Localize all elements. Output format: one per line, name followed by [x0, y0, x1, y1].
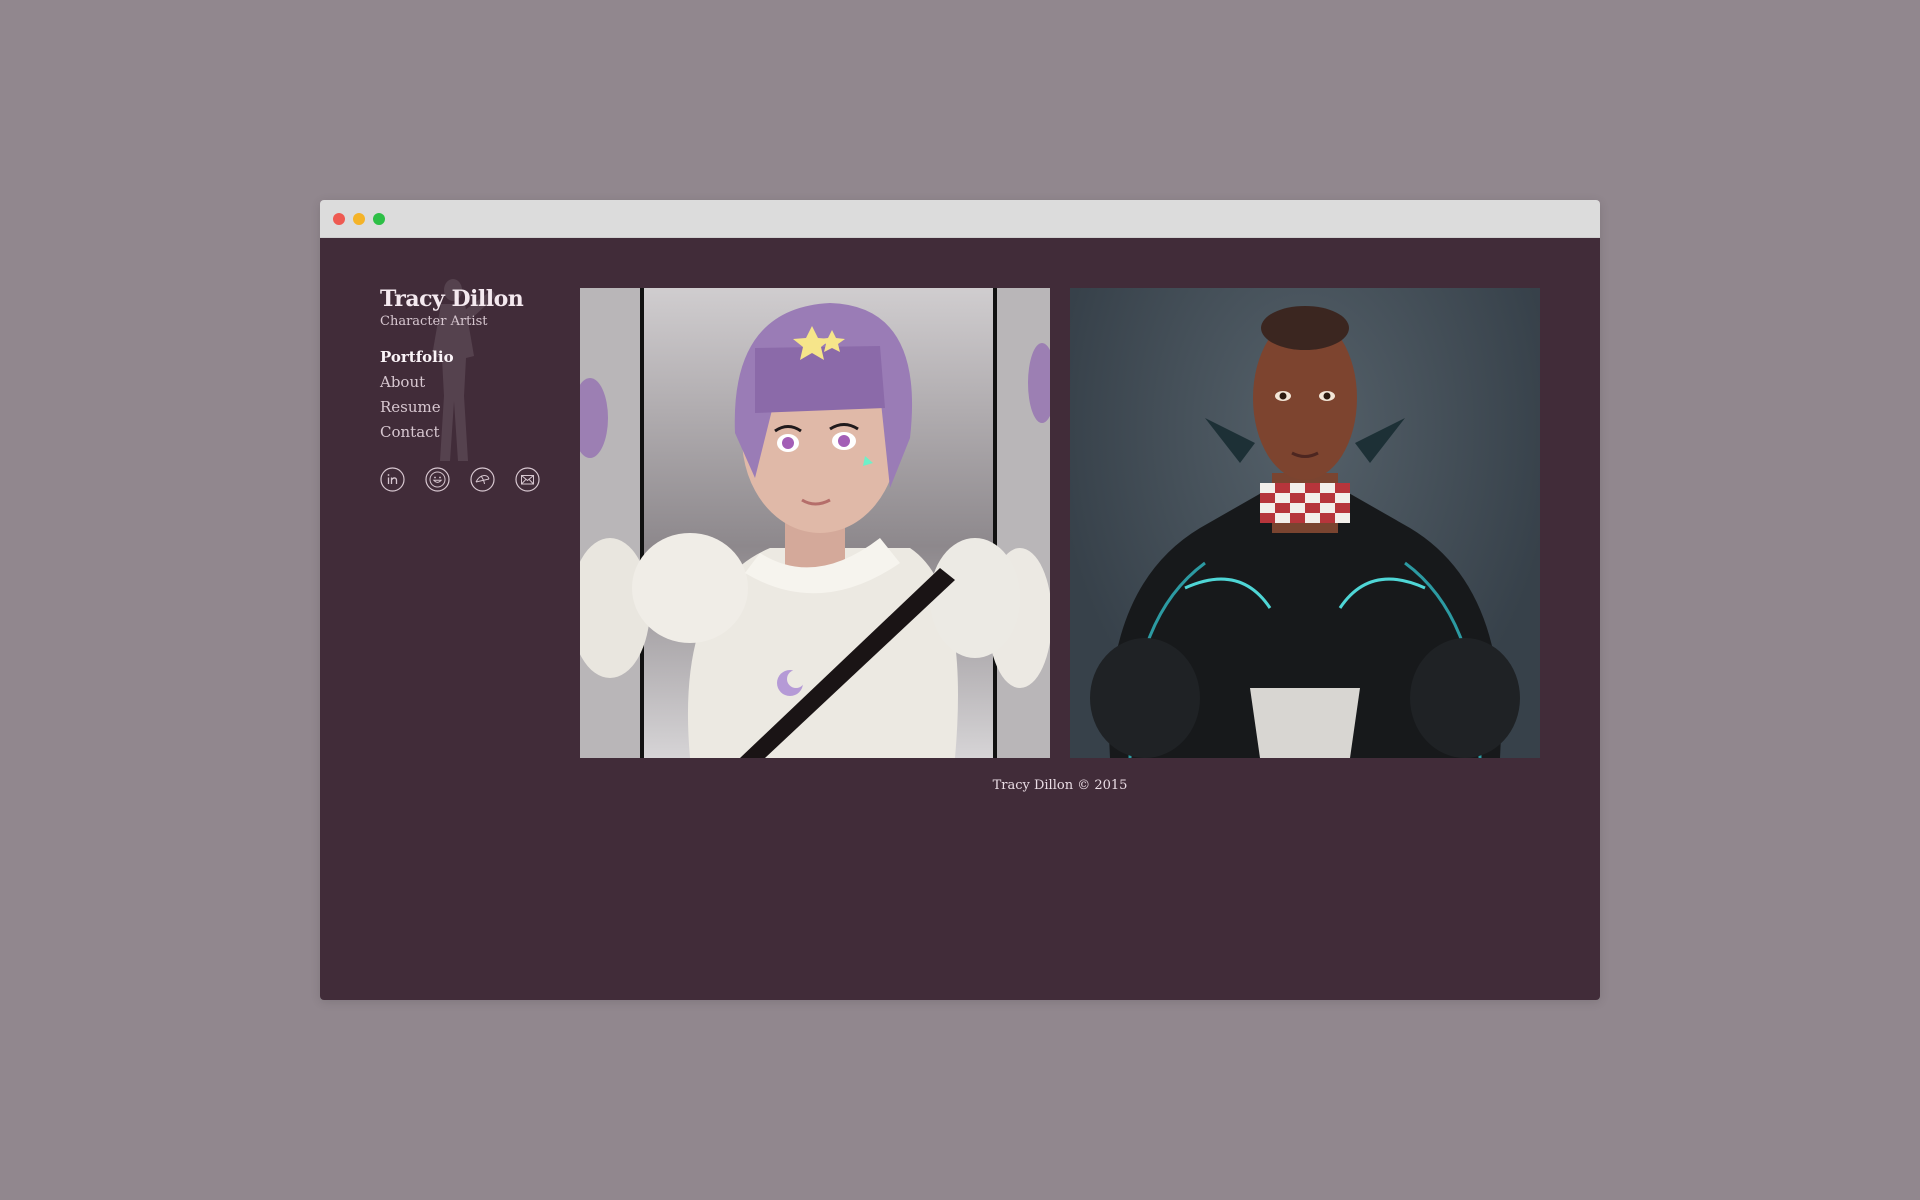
close-window-button[interactable] — [333, 213, 345, 225]
footer-copyright: Tracy Dillon © 2015 — [992, 778, 1128, 793]
portfolio-site: Tracy Dillon Character Artist Portfolio … — [320, 238, 1600, 1000]
site-title[interactable]: Tracy Dillon — [380, 286, 580, 312]
linkedin-icon[interactable] — [380, 467, 405, 492]
character-render-image — [580, 288, 1050, 758]
mail-icon[interactable] — [515, 467, 540, 492]
social-links — [380, 467, 580, 492]
browser-window: Tracy Dillon Character Artist Portfolio … — [320, 200, 1600, 1000]
sidebar: Tracy Dillon Character Artist Portfolio … — [380, 279, 580, 492]
dribbble-icon[interactable] — [470, 467, 495, 492]
nav-item-about[interactable]: About — [380, 370, 580, 395]
nav-item-contact[interactable]: Contact — [380, 420, 580, 445]
smiley-icon[interactable] — [425, 467, 450, 492]
browser-titlebar — [320, 200, 1600, 238]
nav-item-resume[interactable]: Resume — [380, 395, 580, 420]
maximize-window-button[interactable] — [373, 213, 385, 225]
character-render-image — [1090, 306, 1520, 758]
site-subtitle: Character Artist — [380, 314, 488, 329]
main-nav: Portfolio About Resume Contact — [380, 345, 580, 445]
portfolio-thumbnail-leather-jacket-character[interactable] — [1070, 288, 1540, 758]
nav-item-portfolio[interactable]: Portfolio — [380, 345, 580, 370]
minimize-window-button[interactable] — [353, 213, 365, 225]
portfolio-gallery — [580, 288, 1540, 758]
portfolio-thumbnail-purple-hair-character[interactable] — [580, 288, 1050, 758]
